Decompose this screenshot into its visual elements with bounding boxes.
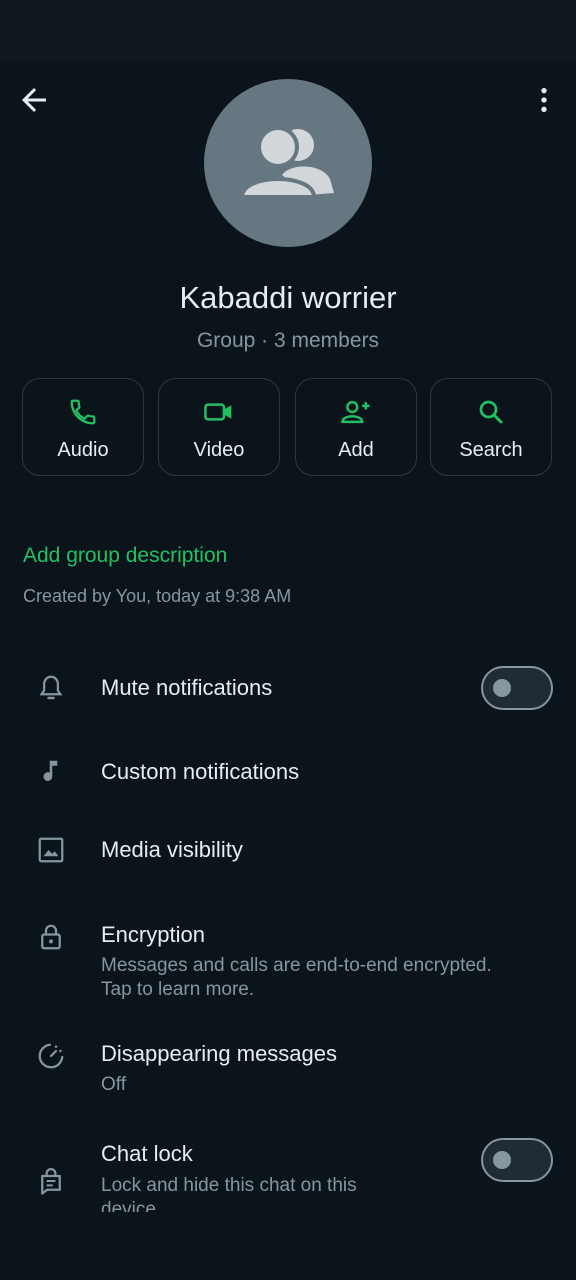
person-add-icon (341, 400, 370, 424)
media-visibility-label[interactable]: Media visibility (101, 837, 243, 863)
disappearing-messages-label[interactable]: Disappearing messages (101, 1041, 337, 1067)
videocam-icon (204, 403, 232, 421)
chat-lock-description: Lock and hide this chat on this device (101, 1174, 541, 1212)
encryption-desc-line-2: Tap to learn more. (101, 979, 255, 1000)
chat-lock-toggle[interactable] (481, 1138, 553, 1182)
custom-notifications-label[interactable]: Custom notifications (101, 759, 299, 785)
chat-lock-desc-line-2: device (101, 1199, 156, 1212)
toggle-knob (493, 679, 511, 697)
image-icon (36, 835, 66, 865)
timer-icon (36, 1041, 66, 1071)
search-icon (479, 400, 503, 424)
disappearing-messages-value: Off (101, 1074, 126, 1095)
status-bar (0, 0, 576, 62)
lock-icon (36, 922, 66, 952)
group-icon (239, 126, 334, 199)
chat-lock-label[interactable]: Chat lock (101, 1141, 193, 1167)
arrow-left-icon (22, 88, 46, 112)
mute-notifications-label[interactable]: Mute notifications (101, 675, 272, 701)
bottom-fade (0, 1212, 576, 1280)
more-vert-icon (541, 88, 547, 112)
add-description-link[interactable]: Add group description (23, 544, 227, 568)
group-avatar[interactable] (204, 79, 372, 247)
search-button[interactable]: Search (430, 378, 552, 476)
back-button[interactable] (16, 82, 52, 118)
action-buttons: Audio Video Add Search (22, 378, 554, 478)
video-label: Video (193, 439, 245, 461)
mute-notifications-toggle[interactable] (481, 666, 553, 710)
add-label: Add (338, 439, 374, 461)
encryption-desc-line-1: Messages and calls are end-to-end encryp… (101, 955, 492, 976)
audio-label: Audio (57, 439, 109, 461)
music-note-icon (36, 757, 66, 787)
encryption-label[interactable]: Encryption (101, 922, 205, 948)
search-label: Search (459, 439, 523, 461)
toggle-knob (493, 1151, 511, 1169)
bell-icon (36, 673, 66, 703)
created-by-text: Created by You, today at 9:38 AM (23, 586, 292, 606)
group-name[interactable]: Kabaddi worrier (0, 280, 576, 316)
video-call-button[interactable]: Video (158, 378, 280, 476)
add-member-button[interactable]: Add (295, 378, 417, 476)
encryption-description: Messages and calls are end-to-end encryp… (101, 954, 541, 1002)
chat-lock-desc-line-1: Lock and hide this chat on this (101, 1175, 357, 1196)
phone-icon (70, 399, 96, 425)
group-subtitle: Group · 3 members (196, 329, 380, 352)
more-options-button[interactable] (528, 84, 560, 116)
audio-call-button[interactable]: Audio (22, 378, 144, 476)
chat-lock-icon (36, 1166, 66, 1196)
